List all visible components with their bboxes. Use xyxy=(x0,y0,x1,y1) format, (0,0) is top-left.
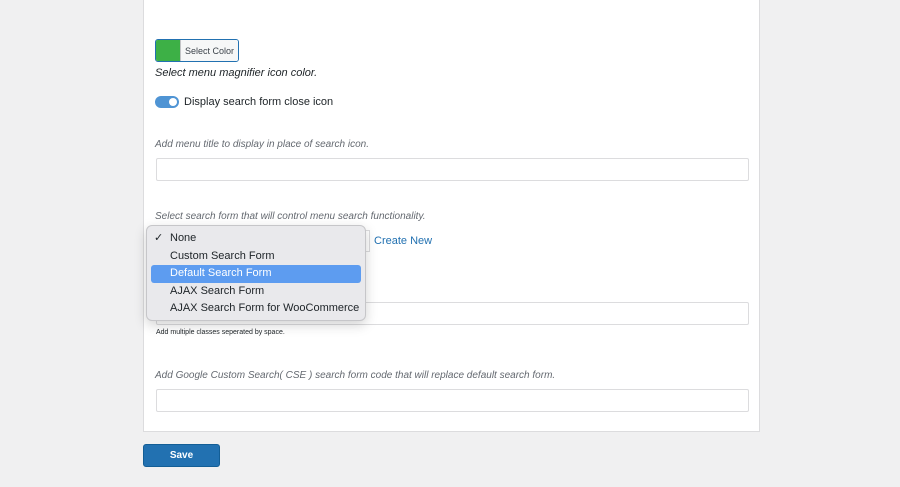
search-form-description: Select search form that will control men… xyxy=(155,211,426,222)
select-color-button[interactable]: Select Color xyxy=(155,39,239,62)
select-color-label: Select Color xyxy=(180,40,238,61)
menu-title-description: Add menu title to display in place of se… xyxy=(155,139,370,150)
menu-title-input[interactable] xyxy=(156,158,749,181)
dropdown-option-custom-search-form[interactable]: Custom Search Form xyxy=(151,248,361,266)
dropdown-option-ajax-search-form-woocommerce[interactable]: AJAX Search Form for WooCommerce xyxy=(151,300,361,318)
close-icon-toggle-label: Display search form close icon xyxy=(184,96,334,108)
save-button[interactable]: Save xyxy=(143,444,220,467)
color-swatch xyxy=(156,40,180,61)
dropdown-option-ajax-search-form[interactable]: AJAX Search Form xyxy=(151,283,361,301)
close-icon-toggle[interactable] xyxy=(155,96,179,108)
dropdown-option-label: None xyxy=(170,232,197,244)
dropdown-option-default-search-form[interactable]: Default Search Form xyxy=(151,265,361,283)
search-form-dropdown: ✓ None Custom Search Form Default Search… xyxy=(146,225,366,321)
dropdown-option-none[interactable]: ✓ None xyxy=(151,230,361,248)
google-cse-input[interactable] xyxy=(156,389,749,412)
dropdown-option-label: Default Search Form xyxy=(170,267,272,279)
google-cse-description: Add Google Custom Search( CSE ) search f… xyxy=(155,370,556,381)
dropdown-option-label: AJAX Search Form xyxy=(170,284,265,297)
color-description: Select menu magnifier icon color. xyxy=(155,67,318,79)
dropdown-option-label: Custom Search Form xyxy=(170,249,275,262)
css-classes-help: Add multiple classes seperated by space. xyxy=(156,329,285,336)
dropdown-option-label: AJAX Search Form for WooCommerce xyxy=(170,302,360,314)
toggle-knob xyxy=(169,98,177,106)
create-new-link[interactable]: Create New xyxy=(374,235,432,247)
checkmark-icon: ✓ xyxy=(154,232,164,244)
